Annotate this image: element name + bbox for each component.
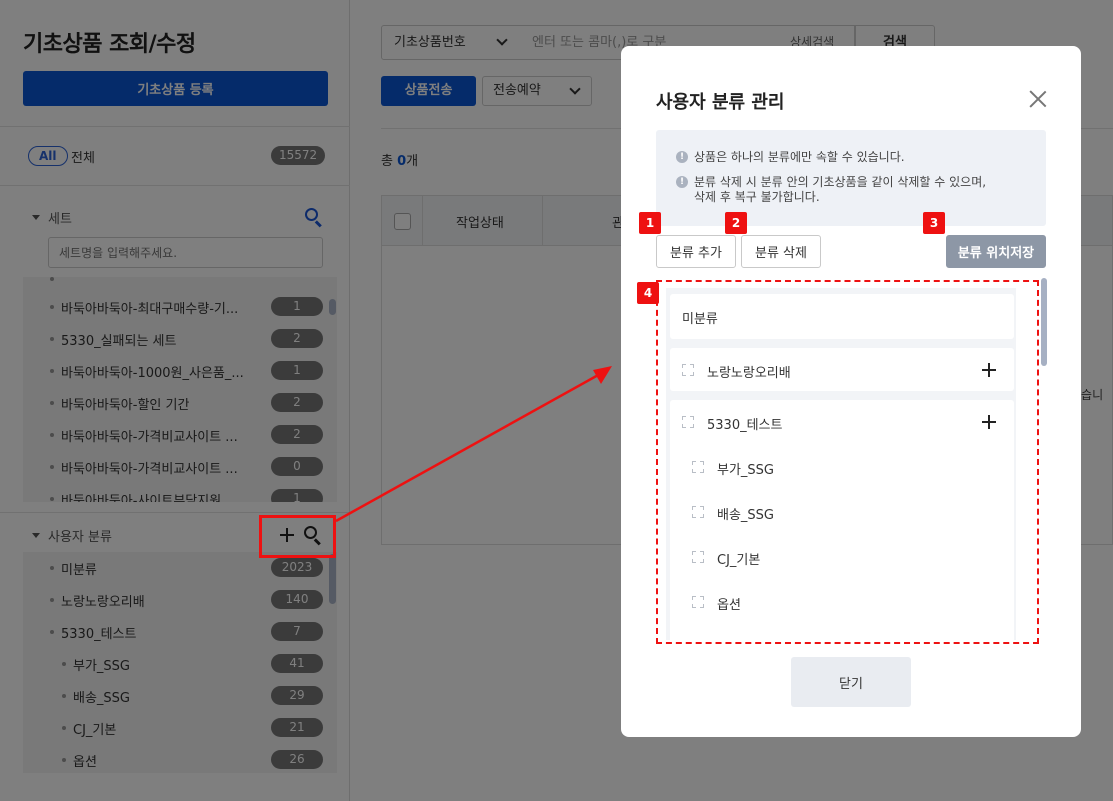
annotation-badge: 2	[725, 212, 747, 234]
add-subcategory-icon[interactable]	[982, 363, 996, 377]
save-category-order-button[interactable]: 분류 위치저장	[946, 235, 1046, 268]
annotation-badge: 3	[923, 212, 945, 234]
close-icon[interactable]	[1029, 90, 1047, 108]
subcategory-item[interactable]: 옵션	[670, 580, 1014, 625]
add-category-button[interactable]: 분류 추가	[656, 235, 736, 268]
subcategory-label: 옵션	[717, 598, 741, 613]
info-line: ! 분류 삭제 시 분류 안의 기초상품을 같이 삭제할 수 있으며, 삭제 후 …	[676, 175, 986, 205]
annotation-badge: 1	[639, 212, 661, 234]
subcategory-label: 부가_SSG	[717, 463, 774, 478]
subcategory-item[interactable]: CJ_기본	[670, 535, 1014, 580]
category-label: 5330_테스트	[707, 418, 783, 433]
info-text: 분류 삭제 시 분류 안의 기초상품을 같이 삭제할 수 있으며, 삭제 후 복구…	[694, 175, 986, 205]
category-item[interactable]: 5330_테스트 부가_SSG 배송_SSG CJ_기본 옵션	[670, 400, 1014, 640]
category-item[interactable]: 노랑노랑오리배	[670, 348, 1014, 391]
info-text: 상품은 하나의 분류에만 속할 수 있습니다.	[694, 150, 905, 164]
subcategory-label: 배송_SSG	[717, 508, 774, 523]
category-label: 미분류	[682, 312, 718, 327]
category-manage-modal: 사용자 분류 관리 ! 상품은 하나의 분류에만 속할 수 있습니다. ! 분류…	[621, 46, 1081, 737]
category-tree-annotation: 미분류 노랑노랑오리배 5330_테스트 부가_SSG 배송_SSG CJ_기본…	[656, 280, 1039, 644]
drag-handle-icon[interactable]	[682, 416, 694, 428]
info-icon: !	[676, 176, 688, 188]
category-tree-scrollbar[interactable]	[1041, 278, 1047, 366]
category-tree: 미분류 노랑노랑오리배 5330_테스트 부가_SSG 배송_SSG CJ_기본…	[666, 288, 1016, 640]
drag-handle-icon[interactable]	[692, 551, 704, 563]
drag-handle-icon[interactable]	[692, 596, 704, 608]
subcategory-item[interactable]: 배송_SSG	[670, 490, 1014, 535]
subcategory-label: CJ_기본	[717, 553, 761, 568]
add-subcategory-icon[interactable]	[982, 415, 996, 429]
drag-handle-icon[interactable]	[682, 364, 694, 376]
info-text-part: 삭제 후 복구 불가합니다.	[694, 190, 820, 204]
modal-title: 사용자 분류 관리	[656, 92, 785, 113]
close-button[interactable]: 닫기	[791, 657, 911, 707]
category-item-unclassified[interactable]: 미분류	[670, 294, 1014, 339]
category-row[interactable]: 5330_테스트	[670, 400, 1014, 445]
subcategory-item[interactable]: 부가_SSG	[670, 445, 1014, 490]
annotation-highlight-frame	[259, 515, 336, 558]
info-line: ! 상품은 하나의 분류에만 속할 수 있습니다.	[676, 150, 905, 165]
info-text-part: 분류 삭제 시 분류 안의 기초상품을 같이 삭제할 수 있으며,	[694, 175, 987, 189]
category-label: 노랑노랑오리배	[707, 366, 791, 381]
drag-handle-icon[interactable]	[692, 506, 704, 518]
info-notice-box: ! 상품은 하나의 분류에만 속할 수 있습니다. ! 분류 삭제 시 분류 안…	[656, 130, 1046, 226]
info-icon: !	[676, 151, 688, 163]
delete-category-button[interactable]: 분류 삭제	[741, 235, 821, 268]
drag-handle-icon[interactable]	[692, 461, 704, 473]
